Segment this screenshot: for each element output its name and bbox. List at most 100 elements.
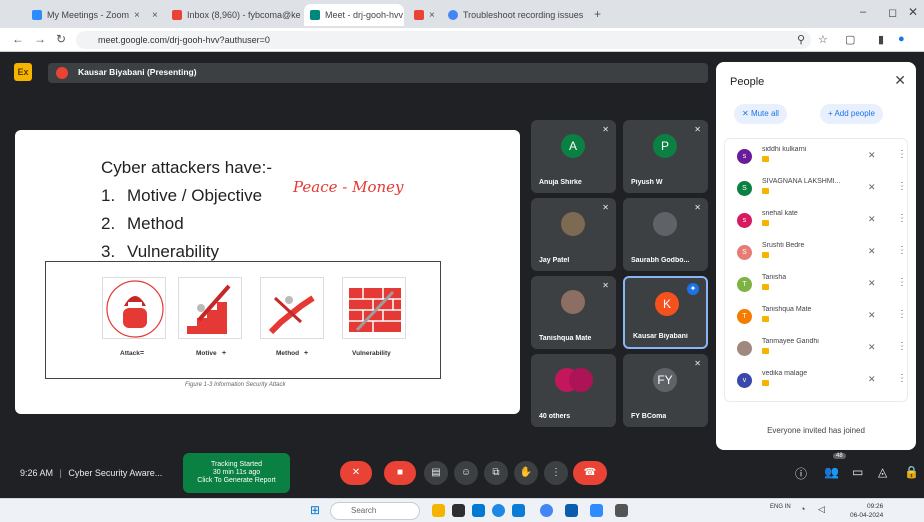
present-button[interactable]: ⧉ — [484, 461, 508, 485]
list-item[interactable]: s siddhi kulkarni ✕ ⋮ — [725, 139, 909, 171]
participant-count-badge: 48 — [833, 453, 846, 459]
mic-off-icon[interactable]: ✕ — [868, 150, 876, 161]
maximize-icon[interactable]: ◻ — [888, 6, 897, 19]
app-logo-icon: Ex — [14, 63, 32, 81]
close-icon[interactable]: × — [152, 10, 158, 21]
more-icon[interactable]: ⋮ — [897, 373, 907, 384]
extensions-icon[interactable]: ▢ — [845, 33, 855, 46]
badge-icon — [762, 348, 769, 354]
more-options-button[interactable]: ⋮ — [544, 461, 568, 485]
list-item[interactable]: S SIVAGNANA LAKSHMI... ✕ ⋮ — [725, 171, 909, 203]
mic-off-icon[interactable]: ✕ — [868, 246, 876, 257]
info-icon[interactable]: ⓘ — [795, 465, 807, 482]
mic-button[interactable]: ✕ — [340, 461, 372, 485]
language-indicator[interactable]: ENG IN — [770, 504, 791, 511]
more-icon[interactable]: ⋮ — [897, 309, 907, 320]
tab-troubleshoot[interactable]: Troubleshoot recording issues × — [442, 4, 588, 26]
avatar: P — [653, 134, 677, 158]
system-clock[interactable]: 09:26 06-04-2024 — [850, 502, 883, 520]
shared-slide: Cyber attackers have:- 1. Motive / Object… — [15, 130, 520, 414]
reload-icon[interactable]: ↻ — [56, 32, 66, 46]
figure-caption: Figure 1-3 Information Security Attack — [185, 382, 286, 388]
badge-icon — [762, 284, 769, 290]
mic-off-icon[interactable]: ✕ — [868, 374, 876, 385]
participant-tile[interactable]: ✕ Jay Patel — [531, 198, 616, 271]
chrome-icon[interactable] — [540, 504, 553, 517]
close-icon[interactable]: × — [429, 10, 435, 21]
edge-icon[interactable] — [492, 504, 505, 517]
explorer-icon[interactable] — [512, 504, 525, 517]
emoji-button[interactable]: ☺ — [454, 461, 478, 485]
captions-button[interactable]: ▤ — [424, 461, 448, 485]
mute-all-button[interactable]: ✕ Mute all — [734, 104, 787, 124]
taskview-icon[interactable] — [452, 504, 465, 517]
mic-off-icon[interactable]: ✕ — [868, 214, 876, 225]
participant-tile[interactable]: ✕ A Anuja Shirke — [531, 120, 616, 193]
mic-off-icon[interactable]: ✕ — [868, 342, 876, 353]
mic-off-icon[interactable]: ✕ — [868, 310, 876, 321]
avatar: v — [737, 373, 752, 388]
window-close-icon[interactable]: ✕ — [908, 5, 918, 19]
close-icon[interactable]: ✕ — [894, 72, 906, 89]
lock-icon[interactable]: 🔒 — [904, 465, 919, 479]
tracking-report-button[interactable]: Tracking Started 30 min 11s ago Click To… — [183, 453, 290, 493]
taskbar-search[interactable]: Search — [330, 502, 420, 520]
participant-tile[interactable]: ✕ Saurabh Godbo... — [623, 198, 708, 271]
tab-zoom[interactable]: My Meetings - Zoom × — [26, 4, 144, 26]
close-icon[interactable]: × — [134, 10, 140, 21]
mic-off-icon[interactable]: ✕ — [868, 182, 876, 193]
word-icon[interactable] — [565, 504, 578, 517]
more-icon[interactable]: ⋮ — [897, 181, 907, 192]
activities-icon[interactable]: ◬ — [878, 465, 887, 479]
windows-start-icon[interactable]: ⊞ — [310, 503, 320, 517]
others-tile[interactable]: 40 others — [531, 354, 616, 427]
bookmark-star-icon[interactable]: ☆ — [818, 33, 828, 46]
camera-button[interactable]: ■ — [384, 461, 416, 485]
leave-call-button[interactable]: ☎ — [573, 461, 607, 485]
volume-icon[interactable]: ◁ — [818, 504, 825, 515]
list-item[interactable]: Tanmayee Gandhi ✕ ⋮ — [725, 331, 909, 363]
new-tab-button[interactable]: + — [594, 7, 601, 21]
tab-blank[interactable]: × — [146, 4, 162, 26]
tab-gmail[interactable]: Inbox (8,960) - fybcoma@kes... × — [166, 4, 300, 26]
raise-hand-button[interactable]: ✋ — [514, 461, 538, 485]
minimize-icon[interactable]: – — [860, 6, 866, 18]
forward-icon[interactable]: → — [34, 32, 46, 46]
more-icon[interactable]: ⋮ — [897, 245, 907, 256]
list-item[interactable]: S Srushti Bedre ✕ ⋮ — [725, 235, 909, 267]
fig-label: Motive — [196, 350, 217, 357]
profile-icon[interactable]: ● — [898, 33, 905, 45]
cast-icon[interactable]: ⚲ — [797, 33, 805, 46]
more-icon[interactable]: ⋮ — [897, 341, 907, 352]
chat-icon[interactable]: ▭ — [852, 465, 863, 479]
back-icon[interactable]: ← — [12, 32, 24, 46]
list-item[interactable]: T Tanishqua Mate ✕ ⋮ — [725, 299, 909, 331]
pin-icon[interactable]: ✦ — [687, 283, 699, 295]
more-icon[interactable]: ⋮ — [897, 277, 907, 288]
people-icon[interactable]: 👥 — [824, 465, 839, 479]
app-icon[interactable] — [615, 504, 628, 517]
participant-tile-presenter[interactable]: ✦ K Kausar Biyabani — [623, 276, 708, 349]
avatar: FY — [653, 368, 677, 392]
list-item[interactable]: s snehal kate ✕ ⋮ — [725, 203, 909, 235]
list-item[interactable]: T Tanisha ✕ ⋮ — [725, 267, 909, 299]
more-icon[interactable]: ⋮ — [897, 149, 907, 160]
teams-icon[interactable] — [472, 504, 485, 517]
participant-tile[interactable]: ✕ Tanishqua Mate — [531, 276, 616, 349]
tab-meet[interactable]: Meet - drj-gooh-hvv × — [304, 4, 404, 26]
participant-tile[interactable]: ✕ FY FY BComa — [623, 354, 708, 427]
add-people-button[interactable]: + Add people — [820, 104, 883, 124]
more-icon[interactable]: ⋮ — [897, 213, 907, 224]
zoom-taskbar-icon[interactable] — [590, 504, 603, 517]
list-item[interactable]: v vedika malage ✕ ⋮ — [725, 363, 909, 395]
people-list: s siddhi kulkarni ✕ ⋮ S SIVAGNANA LAKSHMI...… — [724, 138, 908, 402]
wifi-icon[interactable]: ◔ — [800, 504, 805, 514]
participant-tile[interactable]: ✕ P Piyush W — [623, 120, 708, 193]
tab-recording[interactable]: × — [408, 4, 438, 26]
sidepanel-icon[interactable]: ▮ — [878, 33, 884, 46]
participant-name: 40 others — [539, 413, 571, 420]
weather-icon[interactable] — [432, 504, 445, 517]
presenting-label: Kausar Biyabani (Presenting) — [78, 67, 197, 77]
mic-off-icon[interactable]: ✕ — [868, 278, 876, 289]
url-field[interactable]: meet.google.com/drj-gooh-hvv?authuser=0 — [76, 31, 811, 49]
